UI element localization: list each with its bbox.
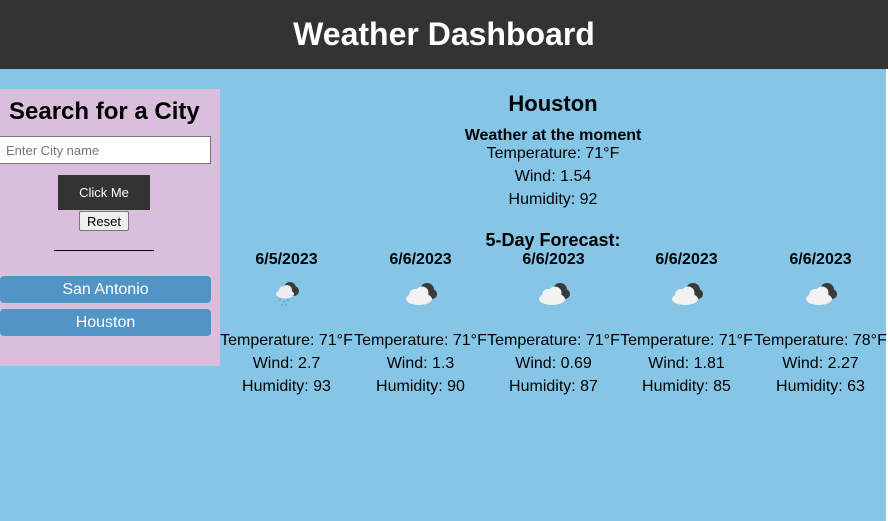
forecast-date: 6/6/2023 xyxy=(789,251,852,268)
forecast-date: 6/6/2023 xyxy=(522,251,585,268)
forecast-humidity: Humidity: 87 xyxy=(509,378,598,395)
current-humidity: Humidity: 92 xyxy=(508,191,598,208)
current-city: Houston xyxy=(508,91,598,116)
forecast-humidity: Humidity: 90 xyxy=(376,378,465,395)
page-title: Weather Dashboard xyxy=(293,16,595,52)
forecast-temperature: Temperature: 71°F xyxy=(620,332,753,349)
forecast-date: 6/6/2023 xyxy=(389,251,452,268)
search-title: Search for a City xyxy=(9,98,200,125)
reset-button[interactable]: Reset xyxy=(79,211,129,231)
cloudy-icon xyxy=(401,280,441,308)
city-search-input[interactable] xyxy=(0,136,211,164)
forecast-temperature: Temperature: 78°F xyxy=(754,332,887,349)
forecast-date: 6/5/2023 xyxy=(255,251,318,268)
current-temperature: Temperature: 71°F xyxy=(486,145,620,162)
forecast-wind: Wind: 2.7 xyxy=(252,355,321,372)
forecast-wind: Wind: 0.69 xyxy=(515,355,592,372)
forecast-humidity: Humidity: 93 xyxy=(242,378,331,395)
forecast-temperature: Temperature: 71°F xyxy=(220,332,353,349)
cloudy-icon xyxy=(801,280,841,308)
current-subtitle: Weather at the moment xyxy=(464,127,642,144)
forecast-humidity: Humidity: 63 xyxy=(776,378,865,395)
search-button[interactable]: Click Me xyxy=(58,175,150,210)
forecast-date: 6/6/2023 xyxy=(655,251,718,268)
cloud-rain-icon xyxy=(267,280,307,308)
cloudy-icon xyxy=(667,280,707,308)
forecast-title: 5-Day Forecast: xyxy=(485,230,621,250)
forecast-temperature: Temperature: 71°F xyxy=(487,332,620,349)
forecast-humidity: Humidity: 85 xyxy=(642,378,731,395)
forecast-wind: Wind: 2.27 xyxy=(782,355,859,372)
history-button-san-antonio[interactable]: San Antonio xyxy=(0,276,211,303)
history-button-houston[interactable]: Houston xyxy=(0,309,211,336)
forecast-temperature: Temperature: 71°F xyxy=(354,332,487,349)
forecast-wind: Wind: 1.81 xyxy=(648,355,725,372)
forecast-wind: Wind: 1.3 xyxy=(386,355,455,372)
current-wind: Wind: 1.54 xyxy=(514,168,592,185)
cloudy-icon xyxy=(534,280,574,308)
app-header: Weather Dashboard xyxy=(0,0,888,69)
search-divider xyxy=(54,250,154,251)
